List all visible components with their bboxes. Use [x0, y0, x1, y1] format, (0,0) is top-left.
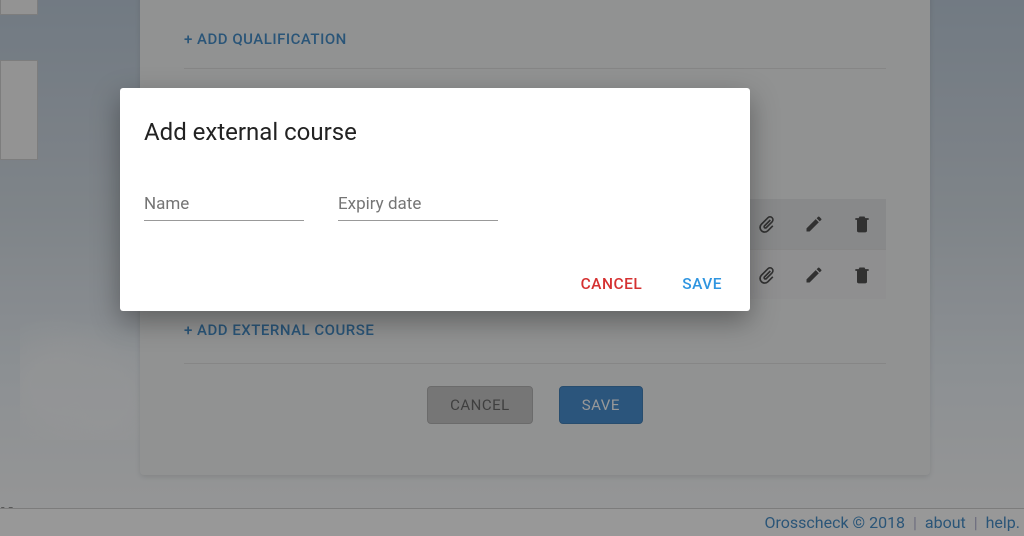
dialog-actions: CANCEL SAVE: [144, 275, 726, 293]
course-name-input[interactable]: [144, 192, 304, 221]
dialog-title: Add external course: [144, 118, 726, 146]
dialog-fields: [144, 192, 726, 221]
add-external-course-dialog: Add external course CANCEL SAVE: [120, 88, 750, 311]
course-expiry-input[interactable]: [338, 192, 498, 221]
dialog-cancel-button[interactable]: CANCEL: [581, 275, 643, 293]
dialog-save-button[interactable]: SAVE: [682, 275, 722, 293]
